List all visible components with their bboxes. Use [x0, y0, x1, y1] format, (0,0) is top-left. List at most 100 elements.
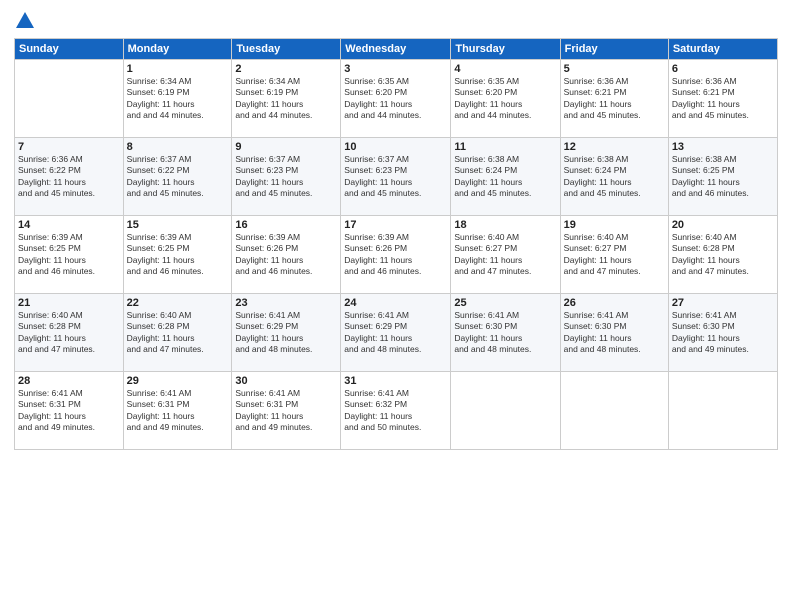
daylight-text-line2: and and 45 minutes.	[564, 110, 641, 120]
sunset-text: Sunset: 6:25 PM	[18, 243, 81, 253]
day-number: 23	[235, 297, 337, 309]
calendar-cell: 19Sunrise: 6:40 AMSunset: 6:27 PMDayligh…	[560, 216, 668, 294]
calendar-cell: 21Sunrise: 6:40 AMSunset: 6:28 PMDayligh…	[15, 294, 124, 372]
calendar-table: SundayMondayTuesdayWednesdayThursdayFrid…	[14, 38, 778, 450]
sunset-text: Sunset: 6:20 PM	[344, 87, 407, 97]
daylight-text-line2: and and 44 minutes.	[344, 110, 421, 120]
day-info: Sunrise: 6:35 AMSunset: 6:20 PMDaylight:…	[344, 76, 447, 122]
sunset-text: Sunset: 6:29 PM	[344, 321, 407, 331]
sunset-text: Sunset: 6:23 PM	[235, 165, 298, 175]
calendar-cell: 3Sunrise: 6:35 AMSunset: 6:20 PMDaylight…	[341, 60, 451, 138]
day-number: 27	[672, 297, 774, 309]
daylight-text-line1: Daylight: 11 hours	[235, 255, 303, 265]
sunset-text: Sunset: 6:30 PM	[564, 321, 627, 331]
calendar-cell: 23Sunrise: 6:41 AMSunset: 6:29 PMDayligh…	[232, 294, 341, 372]
calendar-cell: 5Sunrise: 6:36 AMSunset: 6:21 PMDaylight…	[560, 60, 668, 138]
sunrise-text: Sunrise: 6:40 AM	[454, 232, 519, 242]
calendar-cell: 30Sunrise: 6:41 AMSunset: 6:31 PMDayligh…	[232, 372, 341, 450]
sunrise-text: Sunrise: 6:41 AM	[127, 388, 192, 398]
calendar-week-row: 1Sunrise: 6:34 AMSunset: 6:19 PMDaylight…	[15, 60, 778, 138]
calendar-cell: 28Sunrise: 6:41 AMSunset: 6:31 PMDayligh…	[15, 372, 124, 450]
calendar-week-row: 28Sunrise: 6:41 AMSunset: 6:31 PMDayligh…	[15, 372, 778, 450]
day-info: Sunrise: 6:38 AMSunset: 6:25 PMDaylight:…	[672, 154, 774, 200]
daylight-text-line1: Daylight: 11 hours	[127, 177, 195, 187]
sunset-text: Sunset: 6:28 PM	[127, 321, 190, 331]
daylight-text-line2: and and 46 minutes.	[127, 266, 204, 276]
day-info: Sunrise: 6:40 AMSunset: 6:27 PMDaylight:…	[454, 232, 556, 278]
daylight-text-line1: Daylight: 11 hours	[672, 99, 740, 109]
calendar-cell	[451, 372, 560, 450]
weekday-header: Thursday	[451, 39, 560, 60]
calendar-cell: 31Sunrise: 6:41 AMSunset: 6:32 PMDayligh…	[341, 372, 451, 450]
daylight-text-line1: Daylight: 11 hours	[344, 333, 412, 343]
daylight-text-line1: Daylight: 11 hours	[344, 99, 412, 109]
daylight-text-line1: Daylight: 11 hours	[344, 411, 412, 421]
day-info: Sunrise: 6:41 AMSunset: 6:30 PMDaylight:…	[564, 310, 665, 356]
day-info: Sunrise: 6:39 AMSunset: 6:26 PMDaylight:…	[344, 232, 447, 278]
sunrise-text: Sunrise: 6:39 AM	[18, 232, 83, 242]
sunrise-text: Sunrise: 6:39 AM	[235, 232, 300, 242]
day-info: Sunrise: 6:41 AMSunset: 6:30 PMDaylight:…	[454, 310, 556, 356]
weekday-header: Monday	[123, 39, 232, 60]
sunset-text: Sunset: 6:30 PM	[454, 321, 517, 331]
sunrise-text: Sunrise: 6:38 AM	[672, 154, 737, 164]
daylight-text-line2: and and 45 minutes.	[235, 188, 312, 198]
sunrise-text: Sunrise: 6:41 AM	[18, 388, 83, 398]
sunset-text: Sunset: 6:21 PM	[672, 87, 735, 97]
daylight-text-line2: and and 44 minutes.	[454, 110, 531, 120]
day-info: Sunrise: 6:39 AMSunset: 6:25 PMDaylight:…	[18, 232, 120, 278]
day-info: Sunrise: 6:39 AMSunset: 6:26 PMDaylight:…	[235, 232, 337, 278]
sunset-text: Sunset: 6:22 PM	[18, 165, 81, 175]
calendar-cell: 8Sunrise: 6:37 AMSunset: 6:22 PMDaylight…	[123, 138, 232, 216]
sunset-text: Sunset: 6:31 PM	[235, 399, 298, 409]
daylight-text-line1: Daylight: 11 hours	[127, 99, 195, 109]
day-number: 25	[454, 297, 556, 309]
day-number: 22	[127, 297, 229, 309]
sunset-text: Sunset: 6:30 PM	[672, 321, 735, 331]
daylight-text-line1: Daylight: 11 hours	[127, 411, 195, 421]
calendar-cell: 6Sunrise: 6:36 AMSunset: 6:21 PMDaylight…	[668, 60, 777, 138]
weekday-header: Wednesday	[341, 39, 451, 60]
daylight-text-line1: Daylight: 11 hours	[127, 255, 195, 265]
day-number: 15	[127, 219, 229, 231]
sunrise-text: Sunrise: 6:41 AM	[235, 388, 300, 398]
day-number: 7	[18, 141, 120, 153]
calendar-week-row: 14Sunrise: 6:39 AMSunset: 6:25 PMDayligh…	[15, 216, 778, 294]
calendar-cell: 17Sunrise: 6:39 AMSunset: 6:26 PMDayligh…	[341, 216, 451, 294]
sunset-text: Sunset: 6:28 PM	[18, 321, 81, 331]
daylight-text-line2: and and 44 minutes.	[235, 110, 312, 120]
daylight-text-line1: Daylight: 11 hours	[564, 177, 632, 187]
day-number: 20	[672, 219, 774, 231]
weekday-header-row: SundayMondayTuesdayWednesdayThursdayFrid…	[15, 39, 778, 60]
calendar-cell: 14Sunrise: 6:39 AMSunset: 6:25 PMDayligh…	[15, 216, 124, 294]
daylight-text-line1: Daylight: 11 hours	[344, 255, 412, 265]
daylight-text-line1: Daylight: 11 hours	[672, 333, 740, 343]
sunset-text: Sunset: 6:28 PM	[672, 243, 735, 253]
sunrise-text: Sunrise: 6:40 AM	[672, 232, 737, 242]
sunset-text: Sunset: 6:22 PM	[127, 165, 190, 175]
day-number: 13	[672, 141, 774, 153]
sunset-text: Sunset: 6:23 PM	[344, 165, 407, 175]
day-number: 4	[454, 63, 556, 75]
day-info: Sunrise: 6:41 AMSunset: 6:32 PMDaylight:…	[344, 388, 447, 434]
day-number: 19	[564, 219, 665, 231]
day-info: Sunrise: 6:36 AMSunset: 6:21 PMDaylight:…	[672, 76, 774, 122]
daylight-text-line1: Daylight: 11 hours	[564, 255, 632, 265]
sunrise-text: Sunrise: 6:37 AM	[344, 154, 409, 164]
sunrise-text: Sunrise: 6:35 AM	[454, 76, 519, 86]
sunrise-text: Sunrise: 6:41 AM	[344, 310, 409, 320]
sunset-text: Sunset: 6:20 PM	[454, 87, 517, 97]
daylight-text-line2: and and 49 minutes.	[18, 422, 95, 432]
daylight-text-line1: Daylight: 11 hours	[454, 177, 522, 187]
sunset-text: Sunset: 6:25 PM	[672, 165, 735, 175]
day-number: 14	[18, 219, 120, 231]
day-number: 31	[344, 375, 447, 387]
day-info: Sunrise: 6:36 AMSunset: 6:21 PMDaylight:…	[564, 76, 665, 122]
day-number: 21	[18, 297, 120, 309]
daylight-text-line1: Daylight: 11 hours	[454, 255, 522, 265]
daylight-text-line2: and and 47 minutes.	[18, 344, 95, 354]
calendar-cell	[560, 372, 668, 450]
sunset-text: Sunset: 6:24 PM	[564, 165, 627, 175]
day-number: 8	[127, 141, 229, 153]
calendar-cell: 15Sunrise: 6:39 AMSunset: 6:25 PMDayligh…	[123, 216, 232, 294]
